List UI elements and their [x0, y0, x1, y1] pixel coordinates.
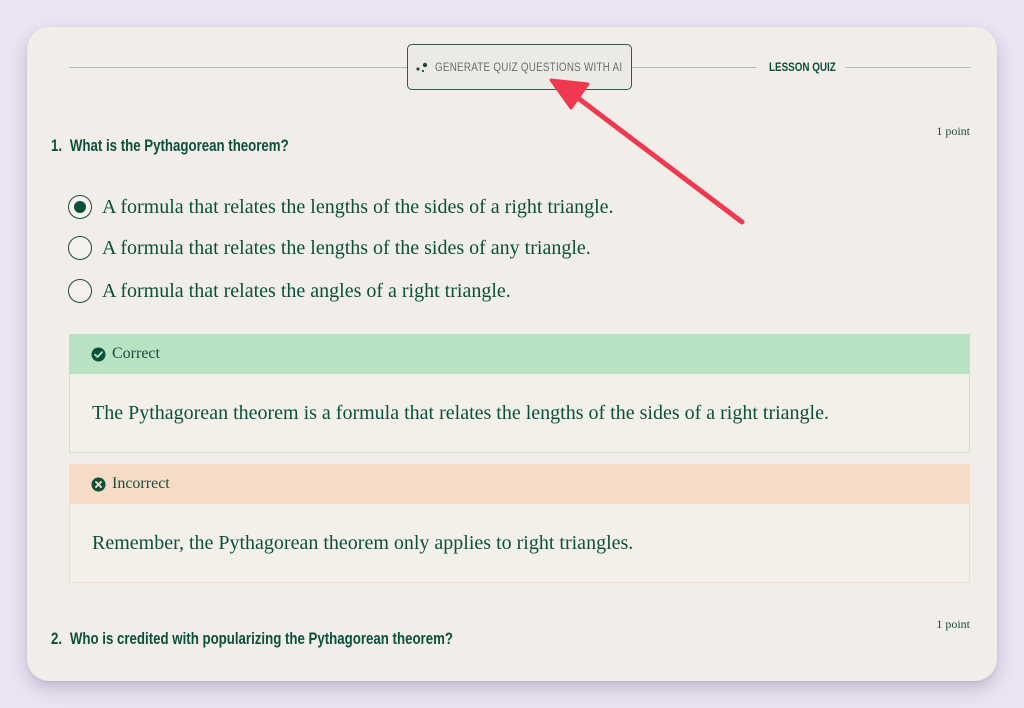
radio-button[interactable] — [68, 236, 92, 260]
header-divider-middle — [632, 67, 756, 68]
x-circle-icon — [91, 476, 106, 492]
question-1-option-3[interactable]: A formula that relates the angles of a r… — [68, 279, 511, 303]
feedback-correct-label: Correct — [112, 345, 160, 362]
radio-button-selected[interactable] — [68, 195, 92, 219]
question-1-text: What is the Pythagorean theorem? — [69, 136, 289, 155]
question-1-number: 1. — [51, 136, 63, 155]
generate-quiz-button-label: GENERATE QUIZ QUESTIONS WITH AI — [434, 60, 622, 74]
header-divider-left — [69, 67, 407, 68]
question-1-option-2[interactable]: A formula that relates the lengths of th… — [68, 236, 591, 260]
question-2-title: 2. Who is credited with popularizing the … — [51, 629, 453, 649]
feedback-correct-header: Correct — [69, 334, 970, 374]
sparkle-icon — [415, 62, 427, 73]
question-2-number: 2. — [51, 629, 63, 648]
feedback-incorrect-text: Remember, the Pythagorean theorem only a… — [69, 504, 970, 583]
feedback-incorrect-label: Incorrect — [112, 475, 170, 492]
generate-quiz-button[interactable]: GENERATE QUIZ QUESTIONS WITH AI — [407, 44, 632, 90]
radio-button[interactable] — [68, 279, 92, 303]
section-label: LESSON QUIZ — [769, 60, 836, 74]
question-1-option-1[interactable]: A formula that relates the lengths of th… — [68, 195, 614, 219]
feedback-correct: Correct The Pythagorean theorem is a for… — [69, 334, 970, 453]
option-label: A formula that relates the angles of a r… — [102, 279, 511, 302]
question-1-title: 1. What is the Pythagorean theorem? — [51, 136, 289, 156]
feedback-correct-text: The Pythagorean theorem is a formula tha… — [69, 374, 970, 453]
feedback-incorrect-header: Incorrect — [69, 464, 970, 504]
header-divider-right — [846, 67, 970, 68]
question-2-points: 1 point — [936, 617, 970, 631]
check-circle-icon — [91, 346, 106, 362]
lesson-quiz-card: GENERATE QUIZ QUESTIONS WITH AI LESSON Q… — [27, 27, 997, 681]
question-1-points: 1 point — [936, 124, 970, 138]
option-label: A formula that relates the lengths of th… — [102, 195, 614, 218]
feedback-incorrect: Incorrect Remember, the Pythagorean theo… — [69, 464, 970, 583]
question-2-text: Who is credited with popularizing the Py… — [69, 629, 453, 648]
option-label: A formula that relates the lengths of th… — [102, 236, 591, 259]
